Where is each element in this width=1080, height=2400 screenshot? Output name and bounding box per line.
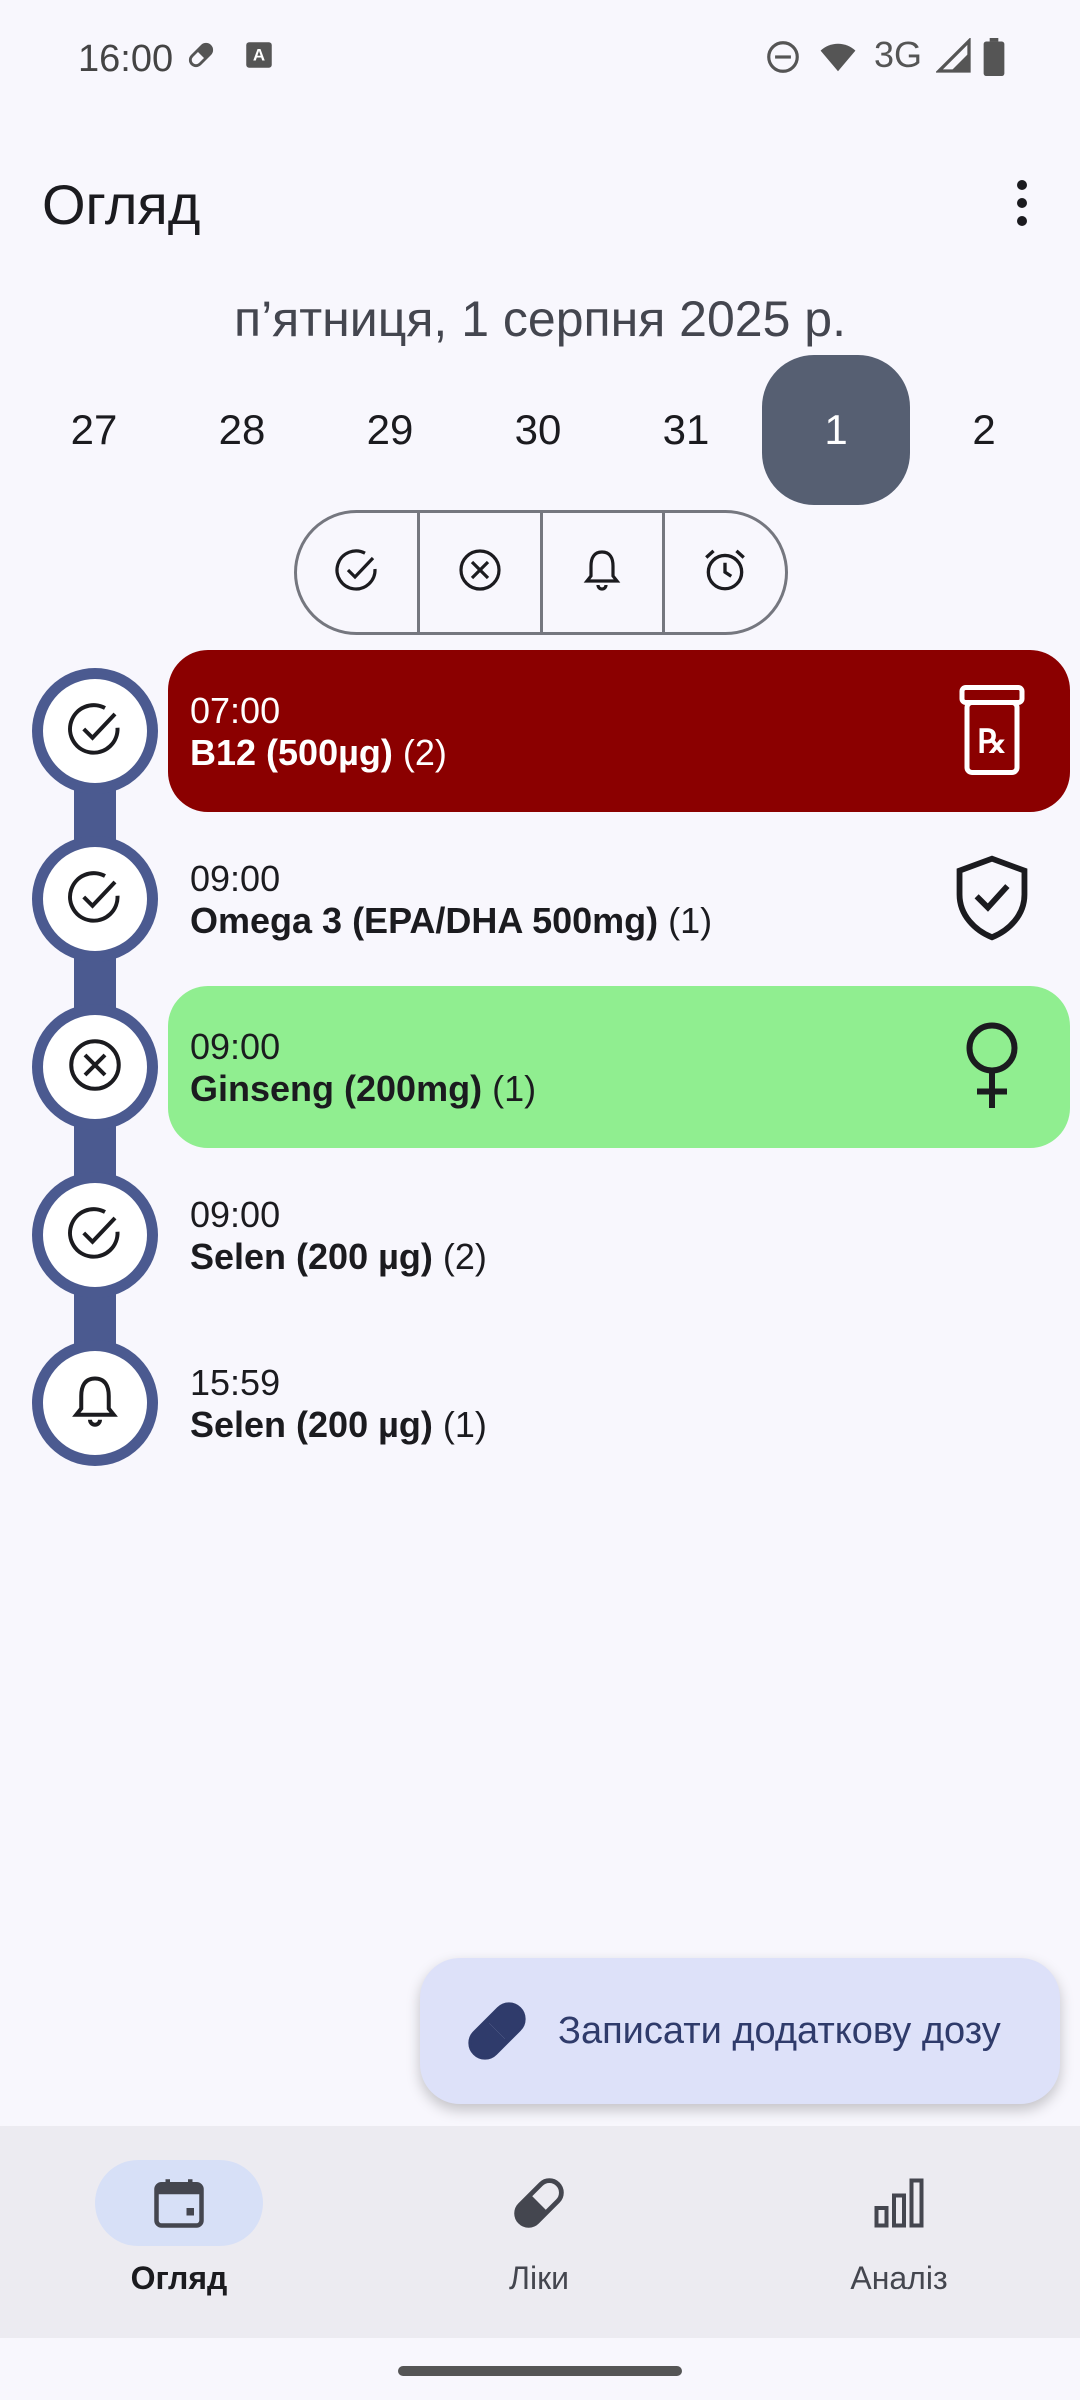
pill-icon xyxy=(184,38,218,72)
dose-time: 09:00 xyxy=(190,858,281,899)
dose-count: (2) xyxy=(442,1236,487,1277)
prescription-bottle-icon: ℞ xyxy=(942,680,1042,780)
dose-status-button[interactable] xyxy=(32,1004,158,1130)
day-item[interactable]: 27 xyxy=(20,355,168,505)
dose-name-line: Omega 3 (EPA/DHA 500mg) (1) xyxy=(190,900,712,942)
battery-icon xyxy=(982,38,1006,76)
dose-name-line: B12 (500µg) (2) xyxy=(190,732,447,774)
day-item[interactable]: 2 xyxy=(910,355,1058,505)
a-icon: A xyxy=(242,38,276,72)
nav-label: Ліки xyxy=(509,2260,569,2296)
check-circle-icon xyxy=(65,867,125,932)
check-circle-icon xyxy=(65,1203,125,1268)
bottom-navigation: Огляд Ліки Аналіз xyxy=(0,2126,1080,2338)
dose-status-button[interactable] xyxy=(32,1172,158,1298)
day-item[interactable]: 29 xyxy=(316,355,464,505)
dose-count: (2) xyxy=(402,732,447,773)
dose-name-line: Ginseng (200mg) (1) xyxy=(190,1068,536,1110)
svg-text:A: A xyxy=(253,46,265,65)
dose-time: 09:00 xyxy=(190,1026,281,1067)
dose-name: B12 (500µg) xyxy=(190,732,393,773)
dose-status-button[interactable] xyxy=(32,1340,158,1466)
dose-name: Ginseng (200mg) xyxy=(190,1068,483,1109)
dose-name: Selen (200 µg) xyxy=(190,1236,433,1277)
dose-card[interactable]: 09:00 Omega 3 (EPA/DHA 500mg) (1) xyxy=(168,818,1070,980)
shield-check-icon xyxy=(942,848,1042,948)
bell-icon xyxy=(65,1371,125,1436)
status-time: 16:00 xyxy=(78,38,174,80)
dose-status-button[interactable] xyxy=(32,668,158,794)
status-bar: 16:00 A 3G xyxy=(0,0,1080,118)
bar-chart-icon xyxy=(815,2160,983,2246)
signal-icon xyxy=(936,38,972,74)
more-vert-icon[interactable] xyxy=(994,168,1050,238)
nav-label: Огляд xyxy=(130,2260,228,2296)
calendar-icon xyxy=(95,2160,263,2246)
date-heading[interactable]: п’ятниця, 1 серпня 2025 р. xyxy=(0,290,1080,348)
dose-card[interactable]: 09:00 Ginseng (200mg) (1) xyxy=(168,986,1070,1148)
add-extra-dose-button[interactable]: Записати додаткову дозу xyxy=(420,1958,1060,2104)
dose-time: 07:00 xyxy=(190,690,281,731)
pill-icon xyxy=(460,1994,534,2068)
dnd-icon xyxy=(764,38,802,76)
pill-icon xyxy=(455,2160,623,2246)
alarm-clock-icon xyxy=(700,545,750,600)
filter-alarm-button[interactable] xyxy=(665,513,785,632)
dose-status-button[interactable] xyxy=(32,836,158,962)
dose-name: Selen (200 µg) xyxy=(190,1404,433,1445)
wifi-icon xyxy=(818,38,858,76)
home-indicator[interactable] xyxy=(398,2366,682,2376)
dose-name-line: Selen (200 µg) (1) xyxy=(190,1404,487,1446)
filter-skipped-button[interactable] xyxy=(420,513,543,632)
network-type: 3G xyxy=(874,34,923,75)
cancel-circle-icon xyxy=(456,546,504,599)
fab-label: Записати додаткову дозу xyxy=(558,2010,1001,2052)
filter-reminder-button[interactable] xyxy=(543,513,666,632)
dose-count: (1) xyxy=(668,900,713,941)
dose-card[interactable]: 09:00 Selen (200 µg) (2) xyxy=(168,1154,1070,1316)
dose-count: (1) xyxy=(492,1068,537,1109)
female-icon xyxy=(942,1016,1042,1116)
check-circle-icon xyxy=(333,546,381,599)
dose-name: Omega 3 (EPA/DHA 500mg) xyxy=(190,900,659,941)
day-strip: 27 28 29 30 31 1 2 xyxy=(0,355,1080,505)
dose-name-line: Selen (200 µg) (2) xyxy=(190,1236,487,1278)
page-title: Огляд xyxy=(42,173,201,236)
day-item-selected[interactable]: 1 xyxy=(762,355,910,505)
dose-card[interactable]: 07:00 B12 (500µg) (2) ℞ xyxy=(168,650,1070,812)
bell-icon xyxy=(578,546,626,599)
nav-item-overview[interactable]: Огляд xyxy=(40,2160,340,2320)
nav-label: Аналіз xyxy=(850,2260,948,2296)
svg-text:℞: ℞ xyxy=(977,724,1006,760)
day-item[interactable]: 30 xyxy=(464,355,612,505)
status-filter-group xyxy=(294,510,788,635)
check-circle-icon xyxy=(65,699,125,764)
cancel-circle-icon xyxy=(65,1035,125,1100)
dose-count: (1) xyxy=(442,1404,487,1445)
day-item[interactable]: 28 xyxy=(168,355,316,505)
dose-time: 15:59 xyxy=(190,1362,281,1403)
filter-taken-button[interactable] xyxy=(297,513,420,632)
nav-item-analysis[interactable]: Аналіз xyxy=(760,2160,1060,2320)
nav-item-medications[interactable]: Ліки xyxy=(400,2160,700,2320)
dose-time: 09:00 xyxy=(190,1194,281,1235)
dose-card[interactable]: 15:59 Selen (200 µg) (1) xyxy=(168,1322,1070,1484)
day-item[interactable]: 31 xyxy=(612,355,760,505)
